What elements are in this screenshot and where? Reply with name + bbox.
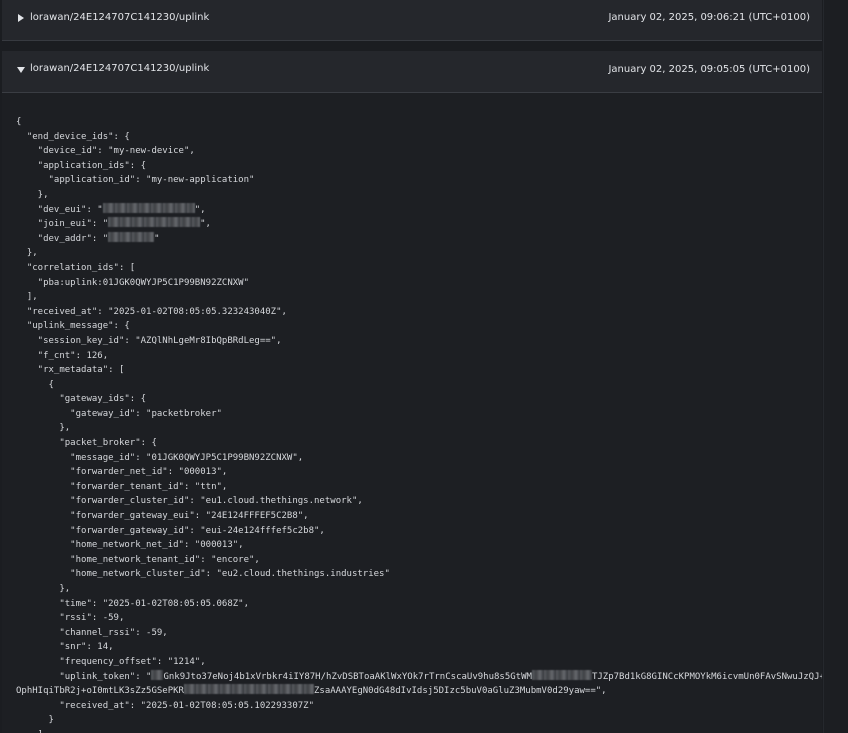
json-line: }, (16, 423, 71, 434)
json-line: "forwarder_gateway_id": "eui-24e124fffef… (16, 525, 325, 536)
message-payload: { "end_device_ids": { "device_id": "my-n… (2, 93, 822, 733)
json-line: "join_eui": " (16, 219, 109, 230)
message-header[interactable]: lorawan/24E124707C141230/uplink January … (2, 51, 822, 93)
json-line: " (154, 233, 160, 244)
json-line: "uplink_token": " (16, 671, 152, 682)
caret-down-icon[interactable] (17, 66, 25, 74)
json-line: "snr": 14, (16, 642, 114, 653)
json-line: ", (200, 219, 211, 230)
json-line: "received_at": "2025-01-02T08:05:05.1022… (16, 700, 315, 711)
scrollbar[interactable] (823, 0, 848, 733)
message-header[interactable]: lorawan/24E124707C141230/uplink January … (2, 0, 822, 40)
json-line: "correlation_ids": [ (16, 262, 136, 273)
json-line: "forwarder_gateway_eui": "24E124FFFEF5C2… (16, 511, 309, 522)
redacted-dev-addr (108, 231, 155, 242)
json-line: "gateway_ids": { (16, 394, 147, 405)
json-line: "home_network_net_id": "000013", (16, 540, 244, 551)
message-topic: lorawan/24E124707C141230/uplink (30, 12, 210, 23)
json-line: "device_id": "my-new-device", (16, 146, 195, 157)
json-line: "home_network_tenant_id": "encore", (16, 554, 260, 565)
json-line: "forwarder_tenant_id": "ttn", (16, 481, 228, 492)
json-line: "rx_metadata": [ (16, 365, 125, 376)
redacted-join-eui (108, 217, 201, 228)
message-item-collapsed[interactable]: lorawan/24E124707C141230/uplink January … (2, 0, 822, 41)
message-topic: lorawan/24E124707C141230/uplink (30, 63, 210, 74)
json-payload: { "end_device_ids": { "device_id": "my-n… (2, 93, 822, 733)
json-line: "received_at": "2025-01-02T08:05:05.3232… (16, 306, 287, 317)
json-line: }, (16, 189, 49, 200)
redacted-token-part (151, 669, 164, 680)
json-line: { (16, 379, 54, 390)
json-line: "channel_rssi": -59, (16, 627, 168, 638)
redacted-token-part (183, 684, 314, 695)
json-line: "dev_addr": " (16, 233, 109, 244)
json-line: }, (16, 248, 38, 259)
json-line: ZsaAAAYEgN0dG48dIvIdsj5DIzc5buV0aGluZ3Mu… (313, 686, 607, 697)
message-log: lorawan/24E124707C141230/uplink January … (0, 0, 848, 733)
json-line: "application_ids": { (16, 160, 147, 171)
json-line: ], (16, 292, 38, 303)
json-line: TJZp7Bd1kG8GINCcKPMOYkM6icvmUn0FAvSNwuJz… (591, 671, 822, 682)
redacted-dev-eui (102, 202, 195, 213)
json-line: "forwarder_net_id": "000013", (16, 467, 228, 478)
json-line: "f_cnt": 126, (16, 350, 109, 361)
json-line: "pba:uplink:01JGK0QWYJP5C1P99BN92ZCNXW" (16, 277, 249, 288)
json-line: "home_network_cluster_id": "eu2.cloud.th… (16, 569, 390, 580)
json-line: "uplink_message": { (16, 321, 130, 332)
json-line: { (16, 117, 22, 127)
json-line: "dev_eui": " (16, 204, 103, 215)
json-line: "gateway_id": "packetbroker" (16, 408, 222, 419)
json-line: OphHIqiTbR2j+oI0mtLK3sZz5GSePKR (16, 686, 184, 697)
caret-right-icon[interactable] (17, 14, 25, 22)
json-line: "message_id": "01JGK0QWYJP5C1P99BN92ZCNX… (16, 452, 304, 463)
json-line: "application_id": "my-new-application" (16, 175, 255, 186)
json-line: "end_device_ids": { (16, 131, 130, 142)
json-line: }, (16, 584, 71, 594)
message-timestamp: January 02, 2025, 09:06:21 (UTC+0100) (608, 12, 810, 23)
json-line: Gnk9Jto37eNoj4b1xVrbkr4iIY87H/hZvDSBToaA… (163, 671, 532, 682)
json-line: "rssi": -59, (16, 613, 125, 624)
json-line: "packet_broker": { (16, 438, 157, 449)
json-line: "frequency_offset": "1214", (16, 656, 206, 667)
json-line: ", (194, 204, 206, 215)
json-line: "time": "2025-01-02T08:05:05.068Z", (16, 598, 249, 609)
message-item-expanded[interactable]: lorawan/24E124707C141230/uplink January … (2, 51, 822, 733)
message-timestamp: January 02, 2025, 09:05:05 (UTC+0100) (608, 64, 810, 75)
json-line: "forwarder_cluster_id": "eu1.cloud.theth… (16, 496, 363, 507)
json-line: "session_key_id": "AZQlNhLgeMr8IbQpBRdLe… (16, 335, 282, 346)
json-line: } (16, 715, 54, 726)
redacted-token-part (531, 669, 592, 680)
